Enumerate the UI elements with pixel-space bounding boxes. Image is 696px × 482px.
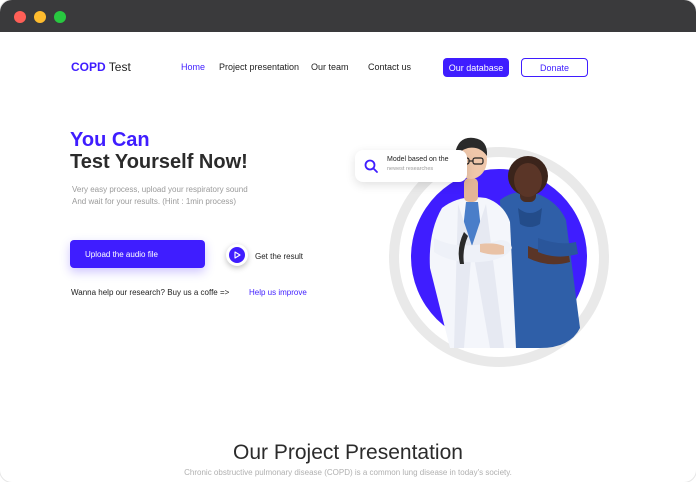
- browser-window: COPD Test Home Project presentation Our …: [0, 0, 696, 482]
- donate-button[interactable]: Donate: [521, 58, 588, 77]
- help-text: Wanna help our research? Buy us a coffe …: [71, 288, 230, 297]
- hero-description-line1: Very easy process, upload your respirato…: [72, 185, 248, 194]
- hero-title-line2: Test Yourself Now!: [70, 151, 248, 173]
- model-info-subtitle: newest researches: [387, 166, 434, 172]
- model-info-title: Model based on the: [387, 156, 449, 163]
- section-title: Our Project Presentation: [233, 441, 463, 464]
- site-logo[interactable]: COPD Test: [71, 60, 131, 74]
- our-database-button[interactable]: Our database: [443, 58, 509, 77]
- play-icon: [229, 247, 245, 263]
- nav-link-our-team[interactable]: Our team: [311, 62, 349, 72]
- maximize-window-button[interactable]: [54, 11, 66, 23]
- search-icon: [364, 159, 378, 173]
- help-us-improve-link[interactable]: Help us improve: [249, 288, 307, 297]
- logo-brand: COPD: [71, 60, 106, 74]
- logo-text: Test: [108, 60, 131, 74]
- nav-link-home[interactable]: Home: [181, 62, 205, 72]
- minimize-window-button[interactable]: [34, 11, 46, 23]
- upload-audio-button[interactable]: Upload the audio file: [70, 240, 205, 268]
- nav-link-contact-us[interactable]: Contact us: [368, 62, 411, 72]
- hero-description-line2: And wait for your results. (Hint : 1min …: [72, 197, 237, 206]
- section-subtitle: Chronic obstructive pulmonary disease (C…: [184, 468, 512, 477]
- hero-description: Very easy process, upload your respirato…: [72, 184, 248, 208]
- close-window-button[interactable]: [14, 11, 26, 23]
- window-titlebar: [0, 0, 696, 32]
- hero-title-line1: You Can: [70, 129, 150, 151]
- get-result-label[interactable]: Get the result: [255, 252, 303, 261]
- get-result-play-button[interactable]: [226, 244, 248, 266]
- nav-link-project-presentation[interactable]: Project presentation: [219, 62, 299, 72]
- model-info-card: Model based on the newest researches: [355, 150, 467, 182]
